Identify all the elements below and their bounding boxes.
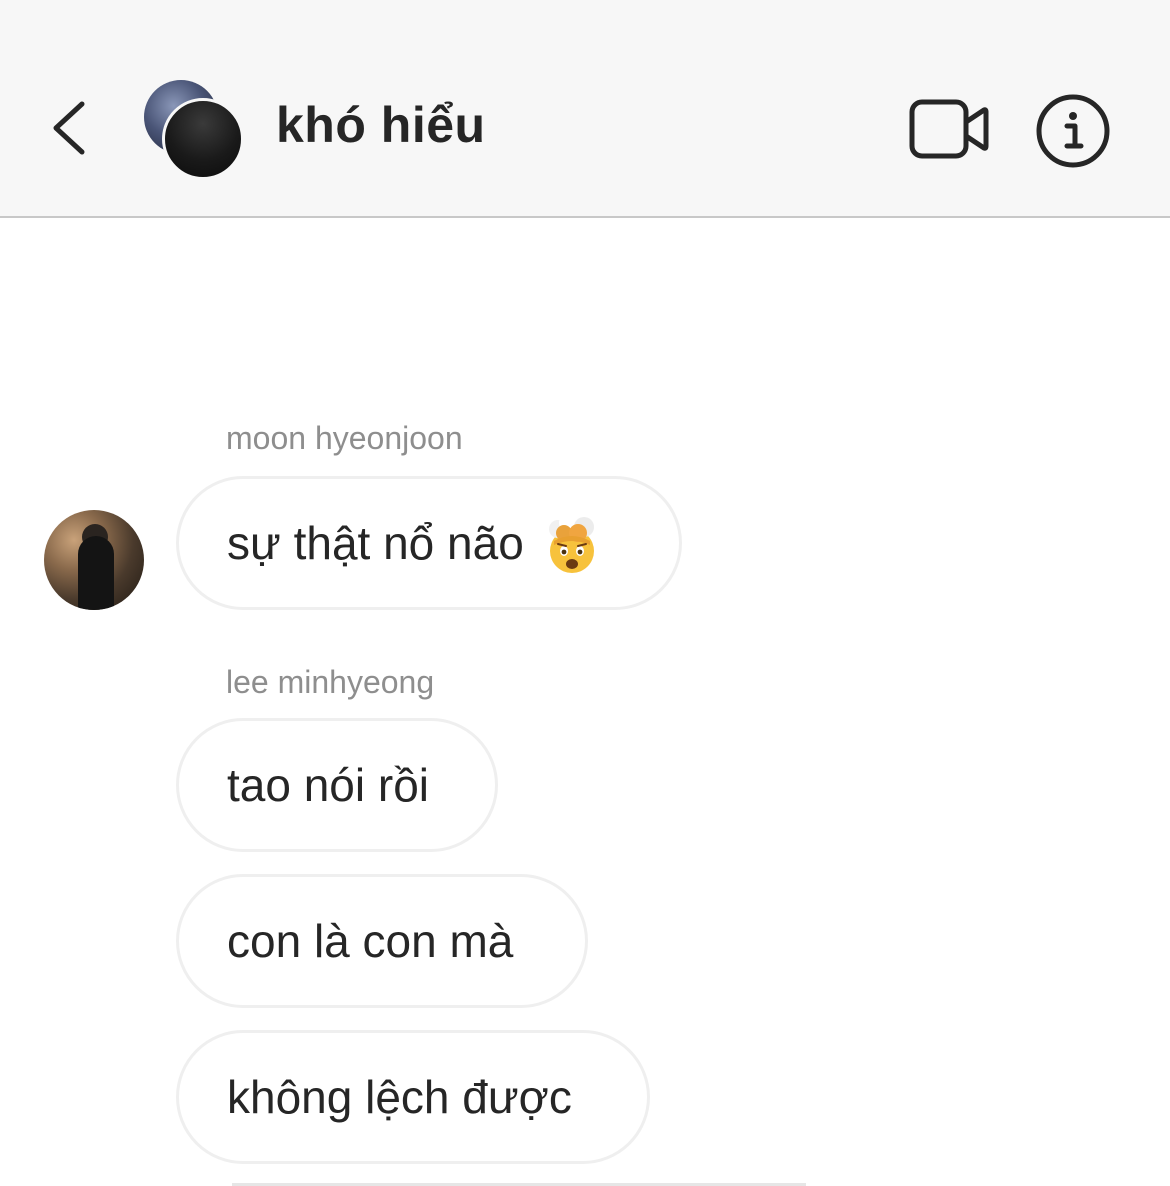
message-text: không lệch được bbox=[227, 1071, 572, 1123]
video-call-button[interactable] bbox=[908, 96, 990, 162]
chat-screen: khó hiểu moon hyeonjoon sự thật nổ não l… bbox=[0, 0, 1170, 1186]
chevron-left-icon bbox=[53, 101, 85, 155]
message-text: sự thật nổ não bbox=[227, 517, 524, 569]
sender-name: moon hyeonjoon bbox=[226, 420, 463, 456]
message-text: con là con mà bbox=[227, 915, 514, 967]
chat-title[interactable]: khó hiểu bbox=[276, 96, 486, 154]
info-icon bbox=[1036, 94, 1110, 168]
message-text: tao nói rồi bbox=[227, 759, 430, 811]
video-call-icon bbox=[909, 99, 989, 159]
sender-name: lee minhyeong bbox=[226, 664, 435, 700]
group-avatar-member-2 bbox=[162, 98, 244, 180]
message-bubble[interactable]: không lệch được bbox=[176, 1030, 650, 1164]
chat-header: khó hiểu bbox=[0, 0, 1170, 218]
sender-avatar[interactable] bbox=[44, 510, 144, 610]
exploding-head-emoji-icon bbox=[548, 512, 594, 573]
message-bubble[interactable]: con là con mà bbox=[176, 874, 588, 1008]
message-bubble[interactable]: tao nói rồi bbox=[176, 718, 498, 852]
back-button[interactable] bbox=[40, 92, 100, 164]
info-button[interactable] bbox=[1034, 92, 1112, 170]
avatar-photo-figure bbox=[78, 536, 114, 610]
message-bubble[interactable]: sự thật nổ não bbox=[176, 476, 682, 610]
group-avatar[interactable] bbox=[142, 78, 246, 182]
